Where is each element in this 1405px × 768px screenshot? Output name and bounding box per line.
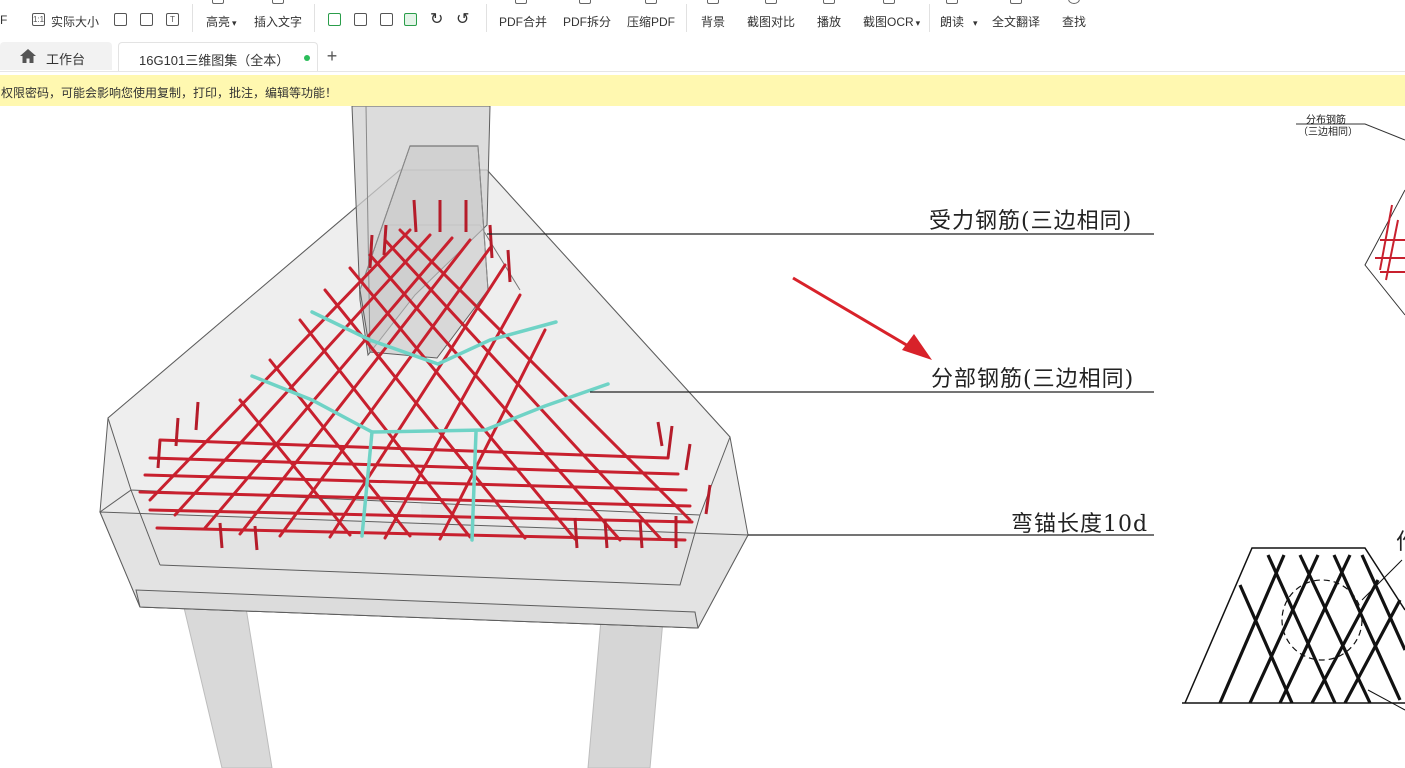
toolbar-divider [314, 4, 315, 32]
grid-view-icon[interactable] [380, 13, 393, 26]
ribbon-toolbar: F 1:1 实际大小 T 高亮 ▾ 插入文字 ↻ ↺ PDF合并 PDF拆分 压缩… [0, 0, 1405, 40]
two-page-icon[interactable] [354, 13, 367, 26]
tab-document[interactable]: 16G101三维图集（全本） [118, 42, 318, 71]
read-aloud-icon [946, 0, 958, 4]
highlight-icon [212, 0, 224, 4]
tab-bar: 工作台 16G101三维图集（全本） + [0, 40, 1405, 72]
callout-distribution-rebar: 分部钢筋(三边相同) [931, 367, 1135, 392]
screenshot-compare-icon [765, 0, 777, 4]
pdf-split-icon [579, 0, 591, 4]
background-icon [707, 0, 719, 4]
tab-document-label: 16G101三维图集（全本） [139, 53, 290, 68]
callout-main-rebar: 受力钢筋(三边相同) [929, 209, 1133, 234]
toolbar-divider [192, 4, 193, 32]
red-arrow-icon [792, 276, 932, 360]
screenshot-ocr-label: 截图OCR [863, 15, 914, 29]
translate-label: 全文翻译 [992, 15, 1041, 29]
insert-text-icon [272, 0, 284, 4]
compress-pdf-label: 压缩PDF [627, 15, 676, 29]
toolbar-left-fragment-text: F [0, 13, 8, 27]
right-detail-sketch [1182, 547, 1405, 711]
pdf-merge-icon [515, 0, 527, 4]
chevron-down-icon: ▾ [232, 18, 237, 28]
compress-pdf-icon [645, 0, 657, 4]
toolbar-divider [686, 4, 687, 32]
home-icon [20, 49, 36, 63]
continuous-view-icon[interactable] [404, 13, 417, 26]
background-label: 背景 [701, 15, 726, 29]
pdf-split-label: PDF拆分 [563, 15, 612, 29]
permission-notice-bar: 权限密码，可能会影响您使用复制，打印，批注，编辑等功能！ [0, 75, 1405, 106]
new-tab-button[interactable]: + [322, 44, 342, 68]
play-icon [823, 0, 835, 4]
text-select-icon[interactable]: T [166, 13, 179, 26]
pdf-merge-label: PDF合并 [499, 15, 548, 29]
translate-icon [1010, 0, 1022, 4]
read-aloud-label: 朗读 [940, 15, 965, 29]
actual-size-icon: 1:1 [32, 13, 45, 26]
document-view[interactable]: 受力钢筋(三边相同) 分部钢筋(三边相同) 弯锚长度10d 分布钢筋 （三边相同… [0, 106, 1405, 768]
insert-text-label: 插入文字 [254, 15, 303, 29]
side-fragment-text: 作 [1396, 524, 1405, 556]
permission-notice-text: 权限密码，可能会影响您使用复制，打印，批注，编辑等功能！ [1, 86, 338, 100]
foundation-3d-drawing [99, 106, 1405, 768]
screenshot-ocr-icon [883, 0, 895, 4]
actual-size-label: 实际大小 [51, 15, 100, 29]
search-icon [1068, 0, 1080, 4]
side-note-three-sides: （三边相同） [1298, 127, 1358, 138]
chevron-down-icon: ▾ [973, 18, 978, 28]
unsaved-dot-icon [304, 55, 310, 61]
single-page-icon[interactable] [328, 13, 341, 26]
tab-workbench[interactable]: 工作台 [0, 42, 112, 70]
rotate-left-icon: ↺ [456, 11, 470, 28]
screenshot-compare-label: 截图对比 [747, 15, 796, 29]
toolbar-divider [486, 4, 487, 32]
callout-anchor-length: 弯锚长度10d [1011, 512, 1149, 537]
fit-page-icon[interactable] [114, 13, 127, 26]
search-label: 查找 [1062, 15, 1087, 29]
highlight-label: 高亮 [206, 15, 231, 29]
toolbar-divider [929, 4, 930, 32]
rotate-right-icon: ↻ [430, 11, 444, 28]
fit-width-icon[interactable] [140, 13, 153, 26]
right-detail-top [1296, 123, 1405, 316]
chevron-down-icon: ▾ [915, 18, 921, 28]
play-label: 播放 [817, 15, 842, 29]
tab-workbench-label: 工作台 [46, 52, 86, 67]
